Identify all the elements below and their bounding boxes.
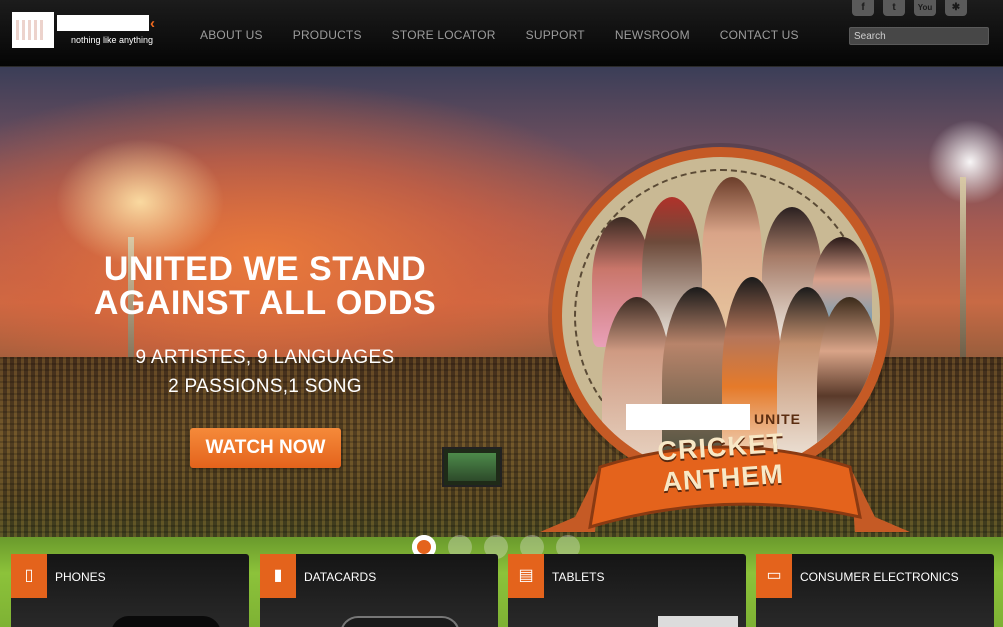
badge-unite-text: UNITE [754, 411, 801, 427]
category-tile-tablets[interactable]: ▤ TABLETS [508, 554, 746, 627]
hero-banner[interactable]: UNITED WE STAND AGAINST ALL ODDS 9 ARTIS… [0, 67, 1003, 627]
tv-icon: ▭ [756, 554, 792, 598]
tablet-icon: ▤ [508, 554, 544, 598]
headline-line-2: AGAINST ALL ODDS [93, 284, 437, 322]
site-header: ‹ nothing like anything ABOUT US PRODUCT… [0, 0, 1003, 67]
brand-logo[interactable] [12, 12, 54, 48]
category-tile-phones[interactable]: ▯ PHONES [11, 554, 249, 627]
category-label: PHONES [55, 570, 106, 584]
social-links: f t You ✱ [852, 0, 967, 16]
stadium-scoreboard [442, 447, 502, 487]
page: ‹ nothing like anything ABOUT US PRODUCT… [0, 0, 1003, 627]
phone-icon: ▯ [11, 554, 47, 598]
subline-1: 9 ARTISTES, 9 LANGUAGES [135, 347, 395, 368]
brand-tagline: nothing like anything [71, 35, 154, 45]
category-tile-datacards[interactable]: ▮ DATACARDS [260, 554, 498, 627]
facebook-icon[interactable]: f [852, 0, 874, 16]
nav-support[interactable]: SUPPORT [526, 28, 585, 42]
nav-store-locator[interactable]: STORE LOCATOR [392, 28, 496, 42]
brand-name-redacted [57, 15, 149, 31]
twitter-icon[interactable]: t [883, 0, 905, 16]
category-label: DATACARDS [304, 570, 377, 584]
subline-2: 2 PASSIONS,1 SONG [168, 376, 362, 397]
main-nav: ABOUT US PRODUCTS STORE LOCATOR SUPPORT … [200, 28, 829, 42]
app-icon[interactable]: ✱ [945, 0, 967, 16]
headline-line-1: UNITED WE STAND [103, 250, 427, 288]
hero-headline: UNITED WE STAND AGAINST ALL ODDS [60, 252, 470, 320]
category-label: CONSUMER ELECTRONICS [800, 570, 959, 584]
nav-contact-us[interactable]: CONTACT US [720, 28, 799, 42]
watch-now-button[interactable]: WATCH NOW [190, 428, 341, 468]
category-tile-consumer-electronics[interactable]: ▭ CONSUMER ELECTRONICS [756, 554, 994, 627]
hero-subheadline: 9 ARTISTES, 9 LANGUAGES 2 PASSIONS,1 SON… [80, 343, 450, 401]
nav-newsroom[interactable]: NEWSROOM [615, 28, 690, 42]
youtube-icon[interactable]: You [914, 0, 936, 16]
category-label: TABLETS [552, 570, 605, 584]
search-input[interactable] [849, 27, 989, 45]
floodlight-pole [960, 177, 966, 367]
datacard-icon: ▮ [260, 554, 296, 598]
nav-products[interactable]: PRODUCTS [293, 28, 362, 42]
brand-chevron-icon: ‹ [150, 15, 155, 32]
nav-about-us[interactable]: ABOUT US [200, 28, 263, 42]
sponsor-name-redacted [626, 404, 750, 430]
